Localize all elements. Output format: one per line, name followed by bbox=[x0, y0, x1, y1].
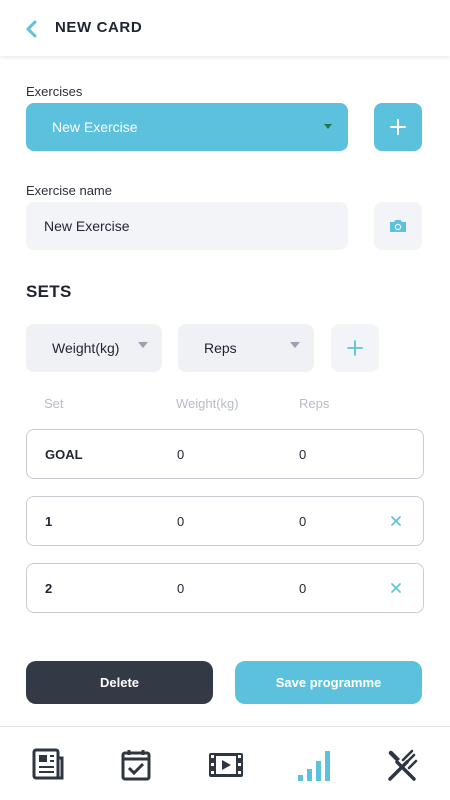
set-reps[interactable]: 0 bbox=[299, 447, 306, 462]
remove-set-button[interactable] bbox=[387, 512, 405, 530]
sets-heading: SETS bbox=[26, 282, 72, 301]
delete-button[interactable]: Delete bbox=[26, 661, 213, 704]
back-button[interactable] bbox=[18, 16, 44, 42]
camera-button[interactable] bbox=[374, 202, 422, 250]
set-name: GOAL bbox=[45, 447, 83, 462]
column-header-set: Set bbox=[44, 396, 64, 411]
chevron-left-icon bbox=[26, 20, 37, 38]
exercises-label: Exercises bbox=[26, 84, 83, 99]
close-icon bbox=[391, 583, 401, 593]
set-name: 1 bbox=[45, 514, 53, 529]
nav-nutrition[interactable] bbox=[382, 745, 422, 785]
bar-chart-icon bbox=[298, 751, 330, 781]
newspaper-icon bbox=[32, 748, 64, 780]
set-name: 2 bbox=[45, 581, 53, 596]
add-exercise-button[interactable] bbox=[374, 103, 422, 151]
close-icon bbox=[391, 516, 401, 526]
set-weight[interactable]: 0 bbox=[177, 581, 184, 596]
set-row-1[interactable]: 1 0 0 bbox=[26, 496, 424, 546]
fork-knife-icon bbox=[388, 749, 418, 781]
plus-icon bbox=[347, 340, 363, 356]
bottom-navigation bbox=[0, 726, 450, 800]
weight-unit-select[interactable]: Weight(kg) bbox=[26, 324, 162, 372]
nav-statistics[interactable] bbox=[294, 745, 334, 785]
exercise-name-field[interactable] bbox=[26, 202, 348, 250]
nav-videos[interactable] bbox=[206, 745, 246, 785]
weight-unit-value: Weight(kg) bbox=[52, 340, 120, 356]
nav-news[interactable] bbox=[28, 745, 68, 785]
top-bar: NEW CARD bbox=[0, 0, 450, 56]
reps-select[interactable]: Reps bbox=[178, 324, 314, 372]
set-row-2[interactable]: 2 0 0 bbox=[26, 563, 424, 613]
set-reps[interactable]: 0 bbox=[299, 514, 306, 529]
column-header-reps: Reps bbox=[299, 396, 330, 411]
save-programme-button[interactable]: Save programme bbox=[235, 661, 422, 704]
remove-set-button[interactable] bbox=[387, 579, 405, 597]
calendar-check-icon bbox=[121, 750, 151, 781]
exercise-dropdown[interactable]: New Exercise bbox=[26, 103, 348, 151]
caret-down-icon bbox=[324, 124, 332, 129]
plus-icon bbox=[390, 119, 406, 135]
set-weight[interactable]: 0 bbox=[177, 514, 184, 529]
camera-icon bbox=[390, 220, 406, 232]
caret-down-icon bbox=[290, 342, 300, 348]
reps-select-value: Reps bbox=[204, 340, 237, 356]
column-header-weight: Weight(kg) bbox=[176, 396, 239, 411]
set-weight[interactable]: 0 bbox=[177, 447, 184, 462]
page-title: NEW CARD bbox=[55, 19, 143, 36]
nav-calendar[interactable] bbox=[116, 745, 156, 785]
set-reps[interactable]: 0 bbox=[299, 581, 306, 596]
video-icon bbox=[209, 753, 243, 777]
exercise-name-label: Exercise name bbox=[26, 183, 112, 198]
exercise-dropdown-value: New Exercise bbox=[52, 119, 138, 135]
set-row-goal[interactable]: GOAL 0 0 bbox=[26, 429, 424, 479]
caret-down-icon bbox=[138, 342, 148, 348]
add-column-button[interactable] bbox=[331, 324, 379, 372]
